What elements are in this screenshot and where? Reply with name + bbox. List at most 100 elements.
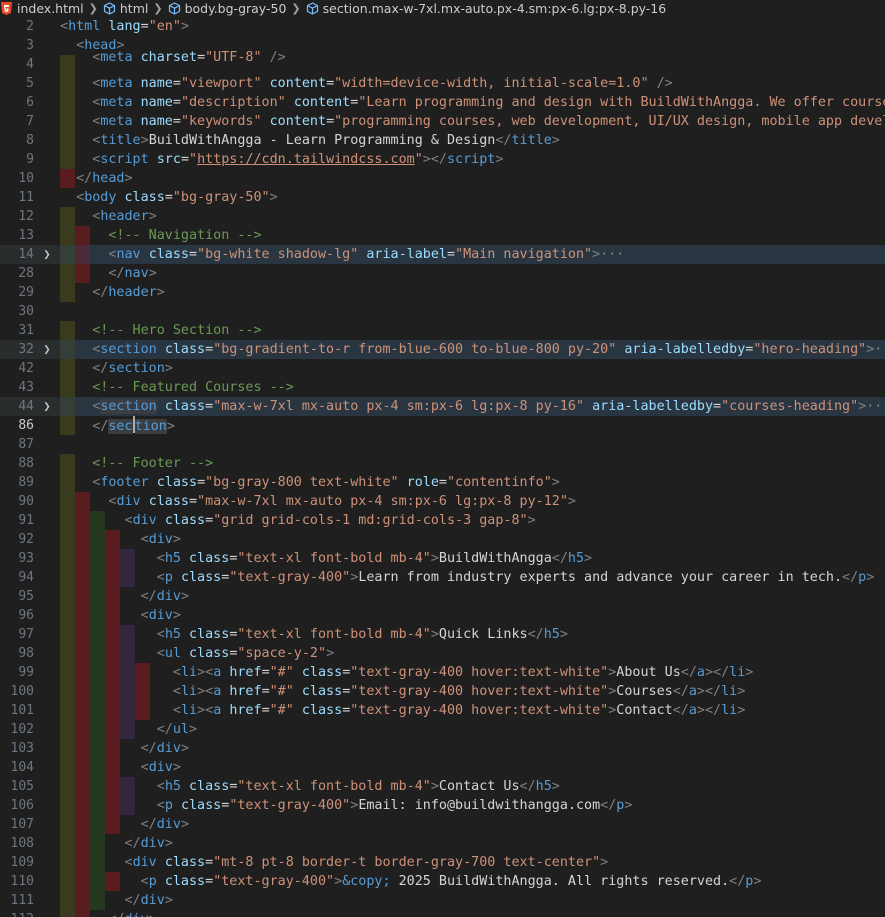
line-number: 29	[18, 285, 34, 300]
fold-chevron-icon[interactable]: ❯	[40, 397, 54, 416]
code-token: p	[164, 798, 173, 813]
code-line[interactable]: 97 <h5 class="text-xl font-bold mb-4">Qu…	[0, 625, 885, 644]
code-token: li	[180, 665, 198, 680]
code-token[interactable]: https://cdn.tailwindcss.com	[197, 152, 415, 167]
code-line[interactable]: 109 <div class="mt-8 pt-8 border-t borde…	[0, 853, 885, 872]
code-token: "text-gray-400"	[213, 874, 335, 889]
code-line[interactable]: 5 <meta name="viewport" content="width=d…	[0, 74, 885, 93]
code-line[interactable]: 32 ❯ <section class="bg-gradient-to-r fro…	[0, 340, 885, 359]
code-token: Quick Links	[438, 627, 528, 642]
code-line[interactable]: 42 </section>	[0, 359, 885, 378]
code-line[interactable]: 4 <meta charset="UTF-8" />	[0, 50, 885, 74]
code-line[interactable]: 13 <!-- Navigation -->	[0, 226, 885, 245]
code-line[interactable]: 89 <footer class="bg-gray-800 text-white…	[0, 473, 885, 492]
code-line[interactable]: 91 <div class="grid grid-cols-1 md:grid-…	[0, 511, 885, 530]
code-line[interactable]: 87	[0, 435, 885, 454]
breadcrumb-separator-icon: ❯	[291, 2, 301, 15]
code-line[interactable]: 111 </div>	[0, 891, 885, 910]
line-number: 110	[10, 874, 34, 889]
code-line[interactable]: 110 <p class="text-gray-400">&copy; 2025…	[0, 872, 885, 891]
code-line[interactable]: 29 </header>	[0, 283, 885, 302]
code-text: <body class="bg-gray-50">	[60, 188, 278, 207]
code-line[interactable]: 107 </div>	[0, 815, 885, 834]
code-line[interactable]: 100 <li><a href="#" class="text-gray-400…	[0, 682, 885, 701]
code-comment: <!-- Featured Courses -->	[92, 380, 294, 395]
code-line[interactable]: 112 </div>	[0, 910, 885, 917]
code-token: >	[180, 741, 189, 756]
code-line[interactable]: 10 </head>	[0, 169, 885, 188]
code-line[interactable]: 105 <h5 class="text-xl font-bold mb-4">C…	[0, 777, 885, 796]
code-line[interactable]: 101 <li><a href="#" class="text-gray-400…	[0, 701, 885, 720]
code-line[interactable]: 12 <header>	[0, 207, 885, 226]
code-line[interactable]: 9 <script src="https://cdn.tailwindcss.c…	[0, 150, 885, 169]
code-token: class	[164, 855, 206, 870]
code-token: meta	[100, 95, 133, 110]
code-token: href	[229, 703, 262, 718]
code-line[interactable]: 103 </div>	[0, 739, 885, 758]
code-line[interactable]: 30	[0, 302, 885, 321]
fold-chevron-icon[interactable]: ❯	[40, 245, 54, 264]
code-token: section	[108, 361, 165, 376]
code-line[interactable]: 2 <html lang="en">	[0, 17, 885, 36]
code-line[interactable]: 98 <ul class="space-y-2">	[0, 644, 885, 663]
code-editor[interactable]: 2 <html lang="en"> 3 <head> 4 <meta charset…	[0, 17, 885, 917]
code-line[interactable]: 88 <!-- Footer -->	[0, 454, 885, 473]
fold-ellipsis[interactable]: ···	[866, 399, 885, 414]
code-line[interactable]: 94 <p class="text-gray-400">Learn from i…	[0, 568, 885, 587]
breadcrumb-label: index.html	[17, 1, 84, 16]
code-line[interactable]: 104 <div>	[0, 758, 885, 777]
code-token: </	[156, 722, 173, 737]
code-token: </	[140, 741, 157, 756]
code-line[interactable]: 8 <title>BuildWithAngga - Learn Programm…	[0, 131, 885, 150]
code-token: </	[124, 836, 141, 851]
code-line[interactable]: 14 ❯ <nav class="bg-white shadow-lg" aria…	[0, 245, 885, 264]
code-token: >	[180, 19, 189, 34]
code-line[interactable]: 28 </nav>	[0, 264, 885, 283]
code-token: class	[189, 646, 230, 661]
line-number: 97	[18, 627, 34, 642]
code-text: </div>	[60, 739, 189, 758]
code-line[interactable]: 44 ❯ <section class="max-w-7xl mx-auto px…	[0, 397, 885, 416]
code-token: div	[140, 836, 165, 851]
breadcrumb-item[interactable]: body.bg-gray-50	[168, 1, 286, 16]
code-token: </	[672, 684, 689, 699]
code-token: ></	[696, 684, 722, 699]
code-line[interactable]: 6 <meta name="description" content="Lear…	[0, 93, 885, 112]
code-token: "#"	[269, 703, 294, 718]
code-line[interactable]: 86 </sec tion>	[0, 416, 885, 435]
code-text: <div>	[60, 530, 181, 549]
code-line[interactable]: 96 <div>	[0, 606, 885, 625]
code-token: "grid grid-cols-1 md:grid-cols-3 gap-8"	[213, 513, 528, 528]
code-line[interactable]: 43 <!-- Featured Courses -->	[0, 378, 885, 397]
code-token: </	[108, 912, 124, 917]
code-line[interactable]: 7 <meta name="keywords" content="program…	[0, 112, 885, 131]
code-token: content	[293, 95, 351, 110]
breadcrumb-item[interactable]: section.max-w-7xl.mx-auto.px-4.sm:px-6.l…	[306, 1, 666, 16]
code-line[interactable]: 95 </div>	[0, 587, 885, 606]
fold-ellipsis[interactable]: ···	[600, 247, 624, 262]
code-token: "UTF-8"	[205, 50, 262, 65]
code-line[interactable]: 106 <p class="text-gray-400">Email: info…	[0, 796, 885, 815]
code-token: =	[197, 50, 206, 65]
fold-ellipsis[interactable]: ···	[874, 342, 885, 357]
breadcrumb-item[interactable]: index.html	[0, 1, 84, 16]
code-line[interactable]: 102 </ul>	[0, 720, 885, 739]
code-line[interactable]: 93 <h5 class="text-xl font-bold mb-4">Bu…	[0, 549, 885, 568]
code-token: <	[140, 532, 149, 547]
breadcrumb-item[interactable]: html	[103, 1, 148, 16]
code-line[interactable]: 92 <div>	[0, 530, 885, 549]
fold-chevron-icon[interactable]: ❯	[40, 340, 54, 359]
code-line[interactable]: 99 <li><a href="#" class="text-gray-400 …	[0, 663, 885, 682]
code-token: </	[92, 285, 109, 300]
code-line[interactable]: 108 </div>	[0, 834, 885, 853]
code-token: a	[688, 684, 697, 699]
code-line[interactable]: 31 <!-- Hero Section -->	[0, 321, 885, 340]
code-token: sec	[108, 419, 133, 434]
code-token: </	[76, 171, 93, 186]
code-line[interactable]: 90 <div class="max-w-7xl mx-auto px-4 sm…	[0, 492, 885, 511]
code-token: ></	[696, 703, 722, 718]
code-line[interactable]: 11 <body class="bg-gray-50">	[0, 188, 885, 207]
